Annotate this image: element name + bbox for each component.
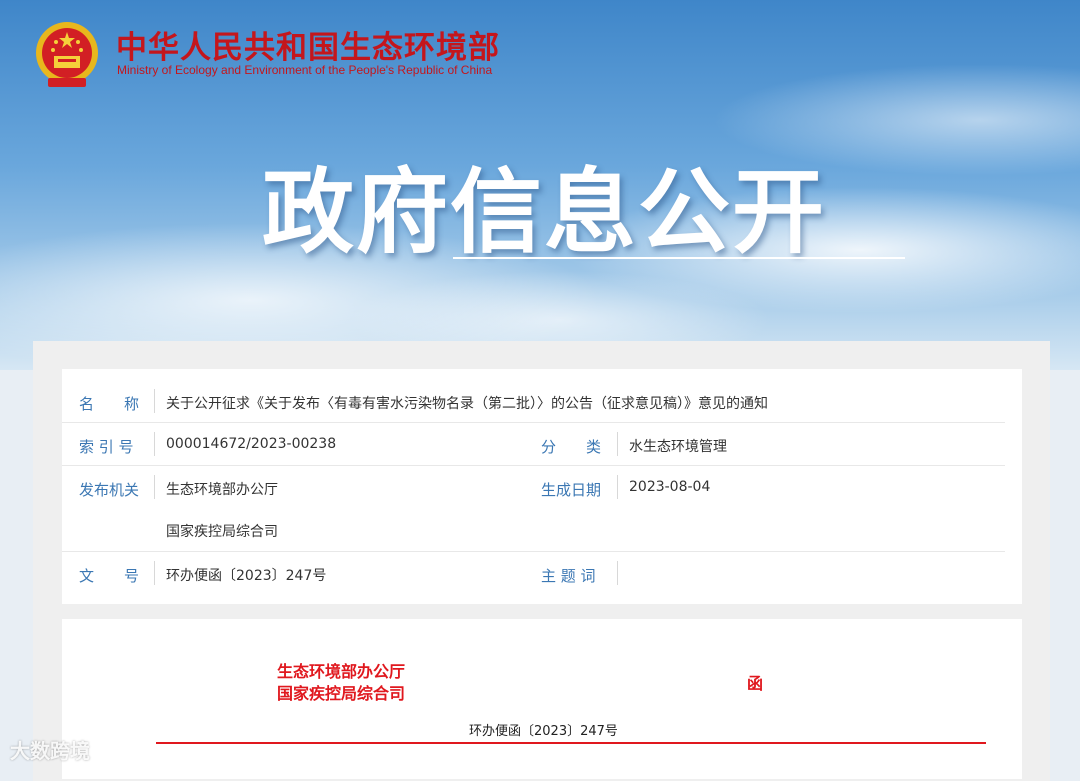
issuer-value-2: 国家疾控局综合司 (166, 524, 278, 540)
name-label: 名 称 (79, 395, 140, 413)
category-value: 水生态环境管理 (629, 439, 727, 455)
separator (617, 432, 618, 456)
date-value: 2023-08-04 (629, 479, 711, 495)
date-label: 生成日期 (541, 481, 602, 499)
separator (154, 561, 155, 585)
docno-value: 环办便函〔2023〕247号 (166, 568, 327, 584)
separator (154, 432, 155, 456)
separator (154, 389, 155, 413)
header-banner: 中华人民共和国生态环境部 Ministry of Ecology and Env… (0, 0, 1080, 370)
name-value: 关于公开征求《关于发布〈有毒有害水污染物名录（第二批）〉的公告（征求意见稿）》意… (166, 396, 768, 412)
row-issuer: 发布机关 生态环境部办公厅 国家疾控局综合司 生成日期 2023-08-04 (62, 465, 1005, 552)
issuing-org-2: 国家疾控局综合司 (277, 684, 406, 703)
separator (617, 475, 618, 499)
separator (154, 475, 155, 499)
ministry-name-cn[interactable]: 中华人民共和国生态环境部 (116, 22, 500, 67)
national-emblem-icon[interactable] (34, 20, 100, 90)
red-divider (156, 742, 986, 744)
issuing-org-1: 生态环境部办公厅 (277, 662, 406, 681)
document-body: 生态环境部办公厅 国家疾控局综合司 函 环办便函〔2023〕247号 (62, 619, 1022, 779)
row-index: 索 引 号 000014672/2023-00238 分 类 水生态环境管理 (62, 422, 1005, 466)
index-value: 000014672/2023-00238 (166, 436, 337, 452)
docno-label: 文 号 (79, 567, 140, 585)
watermark: 大数跨境 (10, 739, 90, 763)
separator (617, 561, 618, 585)
ministry-name-en[interactable]: Ministry of Ecology and Environment of t… (117, 63, 492, 77)
category-label: 分 类 (541, 438, 602, 456)
page-title: 政府信息公开 (262, 159, 827, 266)
row-docno: 文 号 环办便函〔2023〕247号 主 题 词 (62, 551, 1005, 594)
row-name: 名 称 关于公开征求《关于发布〈有毒有害水污染物名录（第二批）〉的公告（征求意见… (62, 379, 1005, 423)
document-number: 环办便函〔2023〕247号 (469, 724, 618, 739)
issuer-label: 发布机关 (79, 481, 140, 499)
subject-label: 主 题 词 (541, 567, 596, 585)
title-underline (453, 257, 905, 259)
letter-type: 函 (747, 674, 764, 693)
index-label: 索 引 号 (79, 438, 134, 456)
issuer-value-1: 生态环境部办公厅 (166, 482, 278, 498)
info-card: 名 称 关于公开征求《关于发布〈有毒有害水污染物名录（第二批）〉的公告（征求意见… (62, 369, 1022, 604)
